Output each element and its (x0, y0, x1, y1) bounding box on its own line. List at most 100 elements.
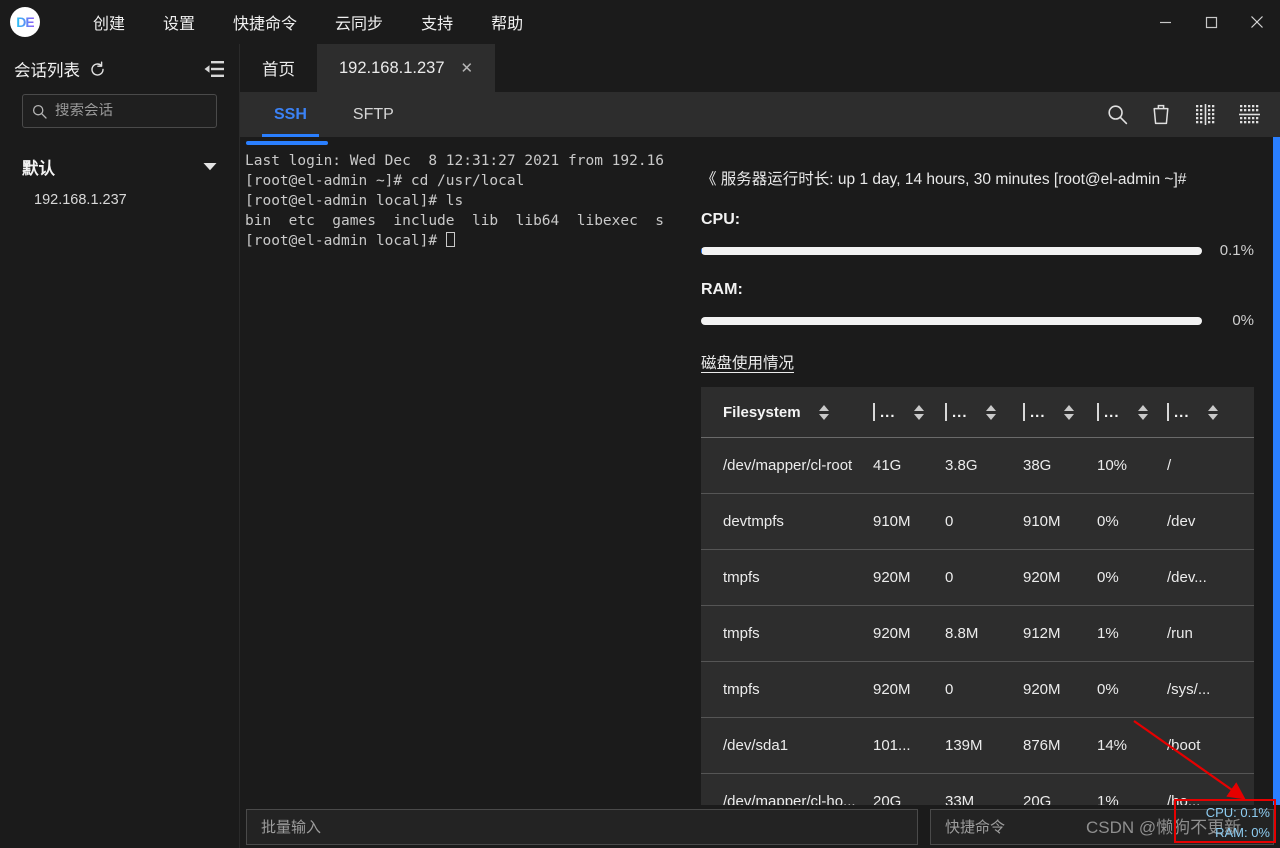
cell-size: 920M (873, 661, 945, 718)
panel-scrollbar[interactable] (1273, 137, 1280, 805)
search-wrapper (0, 94, 239, 128)
bottom-bar (240, 805, 1280, 848)
cell-filesystem: tmpfs (701, 661, 873, 718)
close-button[interactable] (1234, 0, 1280, 44)
tab-sftp[interactable]: SFTP (341, 92, 406, 137)
titlebar: DE 创建 设置 快捷命令 云同步 支持 帮助 (0, 0, 1280, 44)
cell-avail: 876M (1023, 717, 1097, 774)
collapse-panel-icon[interactable] (204, 60, 225, 78)
cell-avail: 910M (1023, 493, 1097, 550)
ram-usage-row: 0% (701, 312, 1254, 329)
cell-filesystem: /dev/mapper/cl-ho... (723, 793, 856, 805)
tab-ssh[interactable]: SSH (262, 92, 319, 137)
cell-use-percent: 14% (1097, 717, 1167, 774)
table-row[interactable]: /dev/mapper/cl-ho... 20G 33M 20G 1% /ho... (701, 774, 1254, 805)
column-header-filesystem[interactable]: Filesystem (701, 387, 873, 438)
refresh-icon[interactable] (89, 61, 106, 78)
batch-input-wrapper[interactable] (246, 809, 918, 845)
cell-filesystem: tmpfs (701, 549, 873, 606)
menu-item-settings[interactable]: 设置 (144, 4, 214, 40)
tab-close-icon[interactable]: ✕ (461, 59, 474, 77)
cell-filesystem: /dev/sda1 (701, 717, 873, 774)
app-logo-glyph: DE (16, 14, 34, 30)
cell-mounted-on: /run (1167, 605, 1254, 662)
column-header-mounted-on-label: ... (1174, 403, 1190, 421)
column-header-size[interactable]: ... (873, 387, 945, 438)
tab-sftp-label: SFTP (352, 105, 394, 123)
cpu-progress-fill (701, 246, 702, 255)
terminal-line-5: [root@el-admin local]# (245, 231, 675, 251)
column-header-filesystem-label: Filesystem (723, 403, 801, 421)
search-input[interactable] (55, 103, 207, 119)
table-row[interactable]: tmpfs 920M 8.8M 912M 1%/run (701, 605, 1254, 662)
menu-item-cloud-sync[interactable]: 云同步 (316, 4, 402, 40)
tab-session-192-168-1-237[interactable]: 192.168.1.237 ✕ (317, 44, 496, 92)
cell-filesystem: tmpfs (701, 605, 873, 662)
tab-home-label: 首页 (262, 61, 295, 79)
quick-command-input[interactable] (945, 818, 1259, 836)
column-header-used-label: ... (952, 403, 968, 421)
tab-session-label: 192.168.1.237 (339, 58, 445, 77)
terminal-output[interactable]: Last login: Wed Dec 8 12:31:27 2021 from… (240, 137, 675, 805)
sort-icon[interactable] (1063, 404, 1074, 420)
menu-item-help[interactable]: 帮助 (472, 4, 542, 40)
session-group-label: 默认 (22, 160, 55, 178)
cell-filesystem: devtmpfs (701, 493, 873, 550)
sort-icon[interactable] (818, 404, 829, 420)
column-header-use-percent[interactable]: ... (1097, 387, 1167, 438)
terminal-scrollbar[interactable] (246, 141, 328, 145)
sidebar-header: 会话列表 (0, 44, 239, 94)
cell-mounted-on: /boot (1167, 717, 1254, 774)
sort-icon[interactable] (1207, 404, 1218, 420)
column-header-size-label: ... (880, 403, 896, 421)
column-header-mounted-on[interactable]: ... (1167, 387, 1254, 438)
batch-input[interactable] (261, 818, 903, 836)
table-row[interactable]: tmpfs 920M 0 920M 0%/dev... (701, 549, 1254, 606)
tabbar: 首页 192.168.1.237 ✕ (240, 44, 1280, 92)
cell-used: 33M (945, 793, 975, 805)
sort-icon[interactable] (913, 404, 924, 420)
menu-item-quick-command[interactable]: 快捷命令 (214, 4, 316, 40)
search-icon (32, 104, 47, 119)
column-header-avail[interactable]: ... (1023, 387, 1097, 438)
session-group-default[interactable]: 默认 (0, 150, 239, 184)
sort-icon[interactable] (985, 404, 996, 420)
cell-mounted-on: /dev... (1167, 549, 1254, 606)
sort-icon[interactable] (1137, 404, 1148, 420)
menu-item-create[interactable]: 创建 (74, 4, 144, 40)
minimize-button[interactable] (1142, 0, 1188, 44)
search-icon[interactable] (1104, 102, 1130, 128)
cell-used: 3.8G (945, 437, 1023, 494)
column-header-avail-label: ... (1030, 403, 1046, 421)
cell-mounted-on: /dev (1167, 493, 1254, 550)
trash-icon[interactable] (1148, 102, 1174, 128)
cell-mounted-on: /sys/... (1167, 661, 1254, 718)
split-vertical-icon[interactable] (1192, 102, 1218, 128)
window-controls (1142, 0, 1280, 44)
disk-table-body: /dev/mapper/cl-root 41G 3.8G 38G 10% / devtmpf… (701, 437, 1254, 805)
disk-usage-title: 磁盘使用情况 (701, 355, 795, 372)
table-row[interactable]: devtmpfs 910M 0 910M 0%/dev (701, 493, 1254, 550)
ram-usage-value: 0% (1232, 312, 1254, 329)
search-box[interactable] (22, 94, 217, 128)
sidebar-item-session[interactable]: 192.168.1.237 (0, 184, 239, 216)
content-area: 首页 192.168.1.237 ✕ SSH SFTP Last login: … (240, 44, 1280, 848)
cell-size: 920M (873, 605, 945, 662)
tab-home[interactable]: 首页 (240, 44, 317, 92)
menu-item-support[interactable]: 支持 (402, 4, 472, 40)
quick-command-wrapper[interactable] (930, 809, 1274, 845)
cell-use-percent: 1% (1097, 605, 1167, 662)
column-header-used[interactable]: ... (945, 387, 1023, 438)
table-row[interactable]: /dev/mapper/cl-root 41G 3.8G 38G 10% / (701, 437, 1254, 494)
session-subtabbar: SSH SFTP (240, 92, 1280, 137)
caret-down-icon[interactable] (203, 158, 217, 176)
cell-avail: 912M (1023, 605, 1097, 662)
table-row[interactable]: /dev/sda1 101... 139M 876M 14%/boot (701, 717, 1254, 774)
cell-use-percent: 0% (1097, 493, 1167, 550)
split-horizontal-icon[interactable] (1236, 102, 1262, 128)
cell-size: 101... (873, 717, 945, 774)
minimize-icon (1159, 21, 1171, 23)
terminal-cursor (445, 232, 455, 247)
table-row[interactable]: tmpfs 920M 0 920M 0%/sys/... (701, 661, 1254, 718)
maximize-button[interactable] (1188, 0, 1234, 44)
